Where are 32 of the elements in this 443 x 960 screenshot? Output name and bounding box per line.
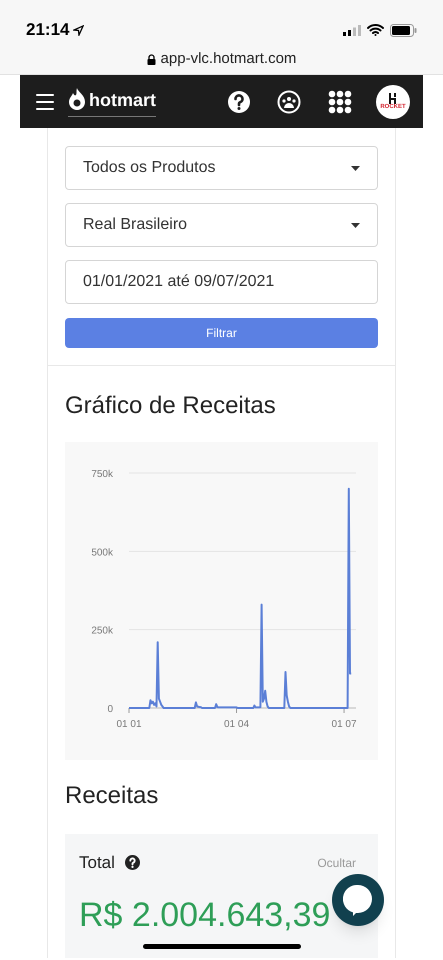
wifi-icon [367,24,384,36]
chat-bubble-icon [343,884,373,916]
apps-grid-icon[interactable] [328,90,352,114]
help-icon[interactable] [124,855,140,870]
filter-button[interactable]: Filtrar [65,318,378,348]
location-icon [73,24,84,36]
y-tick-label: 500k [91,547,113,558]
brand-name[interactable]: hotmart [89,86,156,114]
x-tick-label: 01 04 [224,719,250,730]
battery-icon [390,24,417,36]
total-amount: R$ 2.004.643,39 [79,898,332,932]
y-tick-label: 0 [107,704,113,715]
logo-mark-icon [388,93,398,104]
currency-select[interactable]: Real Brasileiro [65,203,378,247]
product-select[interactable]: Todos os Produtos [65,146,378,190]
y-tick-label: 250k [91,626,113,637]
date-range-field[interactable]: 01/01/2021 até 09/07/2021 [65,260,378,304]
caret-icon [351,222,360,228]
total-label: Total [79,852,115,874]
help-icon[interactable] [227,90,251,114]
lock-icon [146,54,156,64]
url-text[interactable]: app-vlc.hotmart.com [160,48,296,70]
x-tick-label: 01 01 [116,719,142,730]
caret-icon [351,166,360,170]
status-time: 21:14 [26,19,70,42]
signal-icon [343,24,361,36]
section-title: Receitas [65,781,160,811]
section-title: Gráfico de Receitas [65,391,277,421]
x-tick-label: 01 07 [332,719,357,730]
y-tick-label: 750k [91,469,113,480]
community-icon[interactable] [277,90,301,114]
flame-icon [68,88,86,112]
